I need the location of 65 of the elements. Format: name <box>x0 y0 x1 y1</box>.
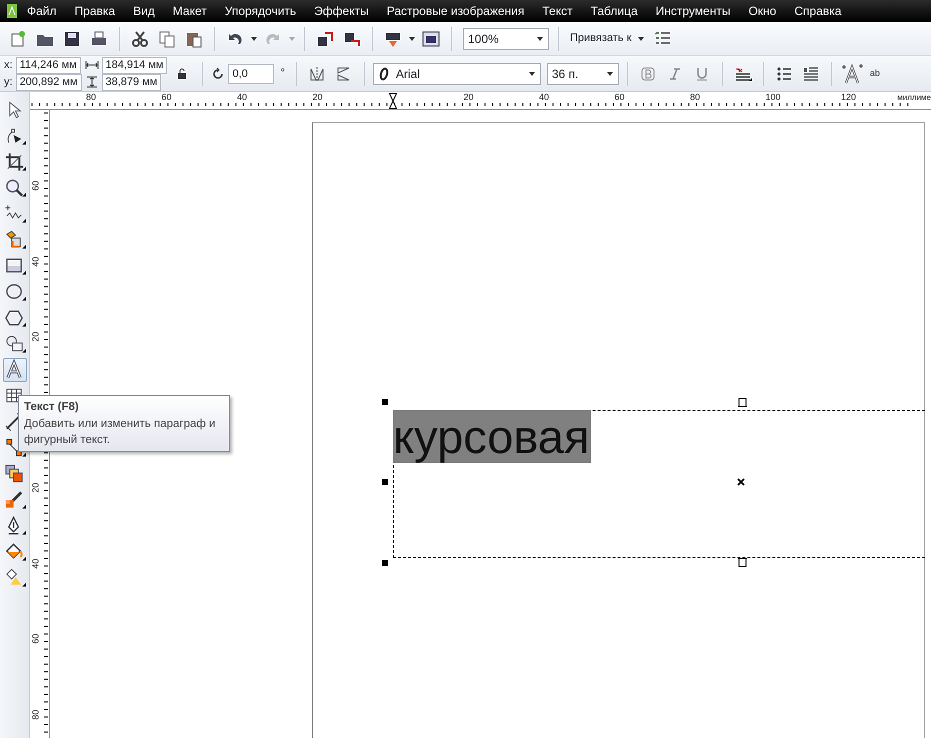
height-icon <box>84 76 99 88</box>
ruler-label: 120 <box>841 93 856 102</box>
degree-label: ° <box>279 66 286 82</box>
tooltip-text: Добавить или изменить параграф и фигурный текст. <box>24 417 216 448</box>
menu-item[interactable]: Файл <box>18 0 66 22</box>
menu-item[interactable]: Правка <box>66 0 124 22</box>
menu-item[interactable]: Вид <box>124 0 164 22</box>
selection-handle[interactable] <box>382 479 388 485</box>
x-field[interactable]: 114,246 мм <box>16 56 81 74</box>
font-dropdown[interactable]: Arial <box>372 62 541 84</box>
caret-icon[interactable] <box>408 34 416 42</box>
ruler-label: 60 <box>162 93 172 102</box>
ruler-label: 60 <box>29 180 42 193</box>
caret-icon <box>606 70 614 78</box>
selection-handle[interactable] <box>382 399 388 405</box>
center-mark-icon <box>737 478 745 486</box>
canvas-text[interactable]: курсовая <box>393 410 592 463</box>
tab-handle-icon[interactable] <box>737 558 748 568</box>
ruler-label: 80 <box>690 93 700 102</box>
menu-item[interactable]: Окно <box>739 0 786 22</box>
ruler-label: 20 <box>29 482 42 495</box>
menu-item[interactable]: Эффекты <box>305 0 378 22</box>
text-format-icon[interactable] <box>840 62 864 86</box>
menu-item[interactable]: Текст <box>533 0 582 22</box>
height-field[interactable]: 38,879 мм <box>102 74 162 90</box>
ruler-label: 100 <box>766 93 781 102</box>
menu-item[interactable]: Инструменты <box>646 0 740 22</box>
rotate-icon <box>211 66 226 80</box>
y-label: y: <box>4 74 13 90</box>
caret-icon[interactable] <box>250 34 258 42</box>
rotation-field[interactable]: 0,0 <box>228 64 274 84</box>
menu-item[interactable]: Справка <box>785 0 850 22</box>
selection-handle[interactable] <box>382 560 388 566</box>
tab-handle-icon[interactable] <box>737 397 748 407</box>
ruler-label: 20 <box>312 93 323 102</box>
caret-icon <box>637 34 646 42</box>
font-size-dropdown[interactable]: 36 п. <box>546 62 619 84</box>
tooltip-title: Текст (F8) <box>24 400 80 415</box>
font-icon <box>378 66 390 80</box>
menu-item[interactable]: Растровые изображения <box>378 0 534 22</box>
x-label: x: <box>4 58 13 73</box>
ruler-label: 60 <box>614 93 625 102</box>
ruler-label: 40 <box>29 557 42 570</box>
ruler-label: 80 <box>29 708 42 722</box>
zoom-dropdown[interactable]: 100% <box>463 28 549 50</box>
ruler-unit-label: миллиме <box>897 93 931 102</box>
snap-dropdown[interactable]: Привязать к <box>567 30 648 47</box>
caret-icon <box>536 34 544 42</box>
ruler-label: 20 <box>29 330 42 344</box>
ruler-label: 60 <box>29 632 42 646</box>
menu-item[interactable]: Макет <box>164 0 216 22</box>
text-edit-label[interactable]: ab <box>870 66 880 80</box>
y-field[interactable]: 200,892 мм <box>16 74 82 90</box>
ruler-label: 40 <box>237 93 248 102</box>
ruler-label: 20 <box>464 93 474 102</box>
ruler-label: 40 <box>29 255 42 268</box>
ruler-label: 40 <box>539 93 550 102</box>
width-field[interactable]: 184,914 мм <box>102 56 168 74</box>
menu-item[interactable]: Таблица <box>582 0 647 22</box>
width-icon <box>84 60 99 70</box>
app-icon <box>6 3 18 19</box>
text-tool-icon[interactable] <box>3 358 27 382</box>
ruler-label: 80 <box>86 93 96 102</box>
caret-icon <box>528 70 536 78</box>
menu-item[interactable]: Упорядочить <box>216 0 306 22</box>
